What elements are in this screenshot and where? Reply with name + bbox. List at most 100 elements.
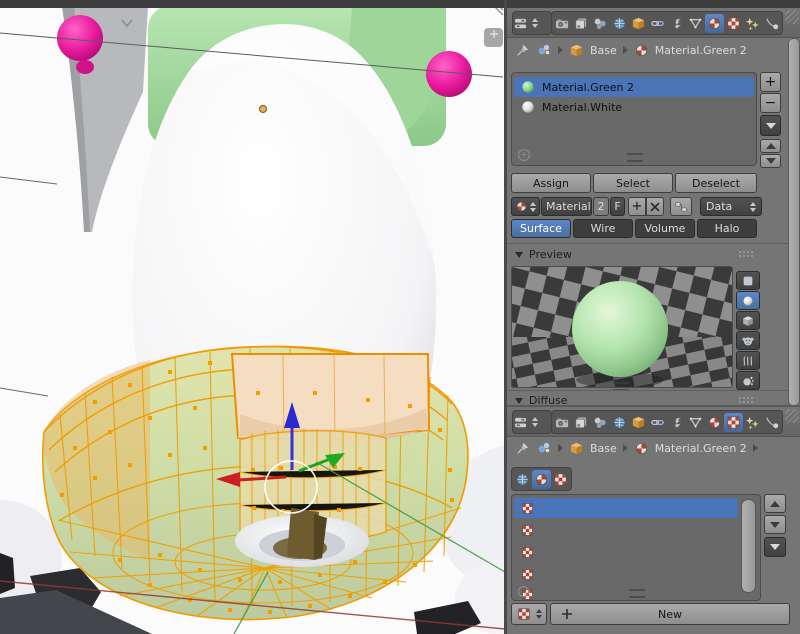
editor-type-button[interactable] — [512, 410, 552, 434]
move-texture-down-button[interactable] — [764, 515, 786, 534]
preview-panel-header[interactable]: Preview — [515, 248, 572, 261]
tab-scene[interactable] — [591, 14, 610, 33]
white-sphere-icon — [521, 100, 535, 114]
material-slot-list[interactable]: Material.Green 2 Material.White + — [511, 72, 757, 166]
tab-constraints[interactable] — [648, 14, 667, 33]
editor-type-button[interactable] — [512, 11, 552, 35]
context-world-texture[interactable] — [513, 470, 532, 489]
tab-modifiers[interactable] — [667, 14, 686, 33]
material-browse-button[interactable] — [511, 197, 540, 216]
tab-scene[interactable] — [591, 413, 610, 432]
list-resize-handle[interactable] — [629, 589, 645, 598]
preview-hair-button[interactable] — [736, 351, 760, 370]
blender-window: Base Material.Green 2 Material.Green 2 M… — [0, 0, 800, 634]
breadcrumb-material[interactable]: Material.Green 2 — [655, 442, 747, 455]
type-tab-halo[interactable]: Halo — [697, 219, 757, 238]
add-material-slot-button[interactable]: + — [760, 72, 781, 92]
link-source-dropdown[interactable]: Data — [700, 197, 762, 216]
filter-toggle-icon[interactable]: + — [518, 149, 530, 161]
material-name: Material.White — [542, 101, 622, 114]
plus-icon — [561, 608, 573, 620]
remove-material-slot-button[interactable]: − — [760, 93, 781, 113]
tab-world[interactable] — [610, 413, 629, 432]
tab-physics[interactable] — [762, 14, 781, 33]
move-texture-up-button[interactable] — [764, 494, 786, 513]
tab-texture[interactable] — [724, 413, 743, 432]
material-ball-icon — [634, 441, 649, 456]
preview-particles-button[interactable] — [736, 371, 760, 390]
texture-slot-item[interactable] — [514, 520, 758, 540]
breadcrumb-object[interactable]: Base — [590, 44, 617, 57]
breadcrumb-material[interactable]: Material.Green 2 — [655, 44, 747, 57]
list-resize-handle[interactable] — [627, 153, 643, 162]
texture-list-scrollbar[interactable] — [741, 499, 756, 593]
pin-icon[interactable] — [515, 43, 530, 58]
tab-material[interactable] — [705, 413, 724, 432]
material-name-field[interactable]: Material.... — [541, 197, 592, 216]
new-texture-button[interactable]: New — [550, 603, 790, 625]
panel-drag-grip[interactable] — [738, 250, 753, 259]
header-corner-grip[interactable] — [785, 10, 799, 24]
tab-constraints[interactable] — [648, 413, 667, 432]
tab-render-layers[interactable] — [572, 14, 591, 33]
assign-button[interactable]: Assign — [511, 173, 591, 193]
texture-checker-icon — [521, 568, 534, 581]
unlink-material-button[interactable] — [646, 197, 664, 216]
x-icon — [650, 202, 660, 212]
object-cube-icon — [569, 43, 584, 58]
deselect-button[interactable]: Deselect — [675, 173, 757, 193]
preview-sphere-button[interactable] — [736, 291, 760, 310]
tab-object[interactable] — [629, 413, 648, 432]
magenta-nub — [76, 60, 94, 74]
pin-icon[interactable] — [515, 441, 530, 456]
texture-browse-button[interactable] — [511, 603, 547, 625]
move-material-down-button[interactable] — [760, 154, 781, 168]
type-tab-surface[interactable]: Surface — [511, 219, 571, 238]
context-material-texture[interactable] — [532, 470, 551, 489]
nodes-icon — [674, 200, 688, 214]
move-material-up-button[interactable] — [760, 139, 781, 153]
tab-particles[interactable] — [743, 413, 762, 432]
new-material-button[interactable]: + — [628, 197, 646, 216]
texture-slot-item[interactable] — [514, 542, 758, 562]
preview-flat-button[interactable] — [736, 271, 760, 290]
tab-particles[interactable] — [743, 14, 762, 33]
texture-slot-item[interactable] — [514, 498, 738, 518]
tab-render[interactable] — [553, 14, 572, 33]
tab-render[interactable] — [553, 413, 572, 432]
users-count-button[interactable]: 2 — [593, 197, 609, 216]
panel-drag-grip[interactable] — [738, 396, 753, 405]
viewport-3d[interactable] — [0, 0, 505, 634]
context-other-texture[interactable] — [551, 470, 570, 489]
tab-material[interactable] — [705, 14, 724, 33]
tab-object[interactable] — [629, 14, 648, 33]
material-list-item[interactable]: Material.Green 2 — [514, 77, 754, 97]
breadcrumb-arrow-icon — [753, 444, 758, 452]
select-button[interactable]: Select — [593, 173, 673, 193]
filter-toggle-icon[interactable] — [518, 586, 529, 597]
tab-render-layers[interactable] — [572, 413, 591, 432]
fake-user-button[interactable]: F — [610, 197, 625, 216]
tab-texture[interactable] — [724, 14, 743, 33]
tab-world[interactable] — [610, 14, 629, 33]
material-specials-menu[interactable] — [760, 115, 781, 136]
texture-slot-list[interactable] — [511, 494, 761, 601]
tab-object-data[interactable] — [686, 413, 705, 432]
type-tab-wire[interactable]: Wire — [573, 219, 633, 238]
breadcrumb-object[interactable]: Base — [590, 442, 617, 455]
breadcrumb: Base Material.Green 2 — [515, 42, 747, 58]
texture-checker-icon — [521, 524, 534, 537]
link-source-value: Data — [706, 200, 732, 213]
use-nodes-button[interactable] — [670, 197, 692, 216]
texture-specials-menu[interactable] — [764, 537, 786, 557]
texture-slot-item[interactable] — [514, 564, 758, 584]
header-corner-grip[interactable] — [785, 409, 799, 423]
tab-object-data[interactable] — [686, 14, 705, 33]
preview-cube-button[interactable] — [736, 311, 760, 330]
tab-physics[interactable] — [762, 413, 781, 432]
properties-scrollbar[interactable] — [788, 38, 800, 406]
material-list-item[interactable]: Material.White — [514, 97, 754, 117]
preview-monkey-button[interactable] — [736, 331, 760, 350]
tab-modifiers[interactable] — [667, 413, 686, 432]
type-tab-volume[interactable]: Volume — [635, 219, 695, 238]
